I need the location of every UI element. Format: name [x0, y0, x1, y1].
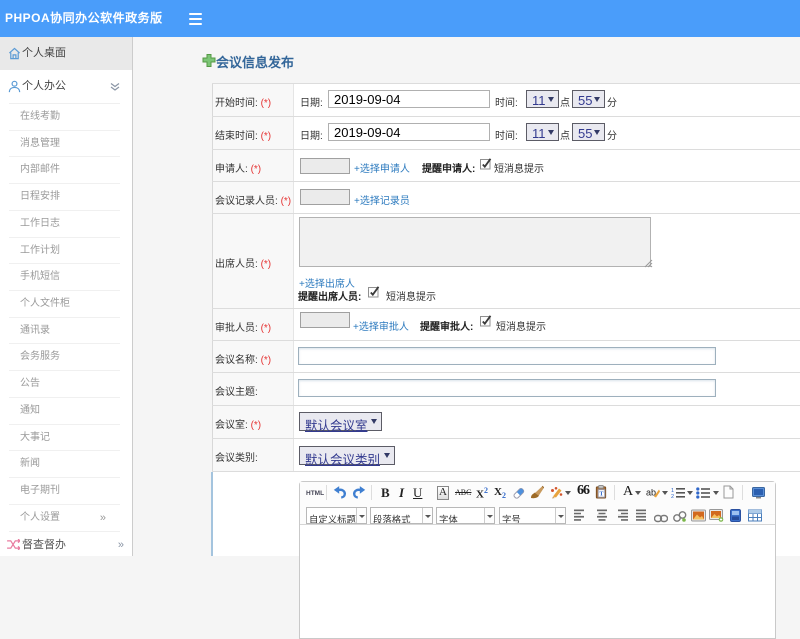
svg-text:T: T: [599, 491, 604, 498]
svg-text:2: 2: [671, 494, 674, 500]
